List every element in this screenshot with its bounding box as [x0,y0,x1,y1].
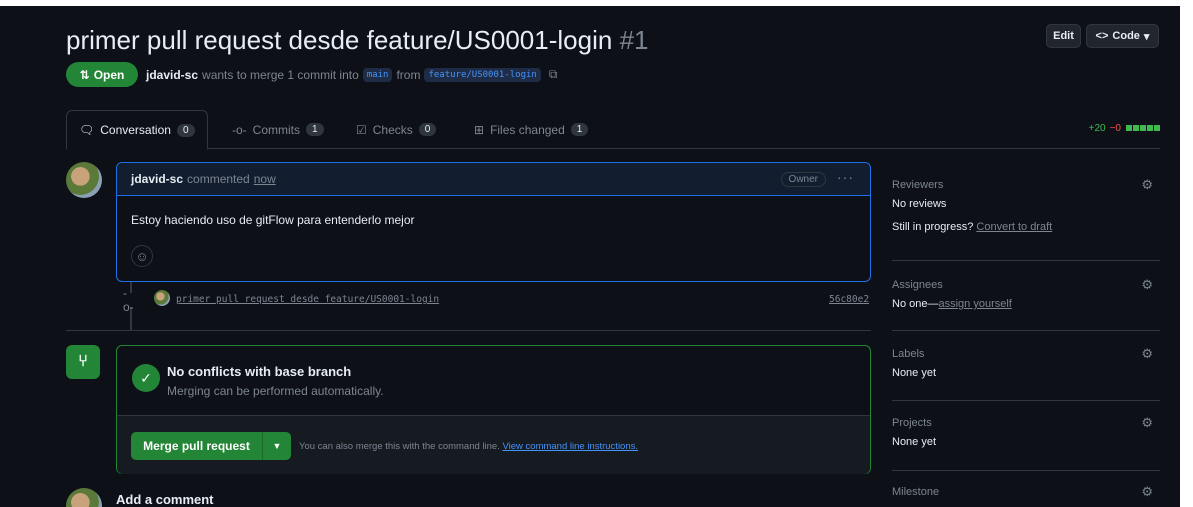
sidebar-label[interactable]: Reviewers [892,179,1160,191]
tab-files-changed[interactable]: ⊞ Files changed 1 [474,110,589,149]
tab-counter: 1 [570,123,589,136]
merge-hint: You can also merge this with the command… [299,441,638,452]
owner-badge: Owner [780,172,826,187]
labels-value: None yet [892,367,937,379]
sidebar-projects: Projects ⚙ None yet [892,401,1160,471]
comment-author[interactable]: jdavid-sc [131,172,183,186]
diffstat-additions: +20 [1088,123,1106,134]
reviewers-value: No reviews [892,198,947,210]
command-line-link[interactable]: View command line instructions. [502,441,638,452]
comment-header: jdavid-sc commented now [117,163,870,196]
merge-text: wants to merge 1 commit into [202,67,359,82]
draft-hint: Still in progress? Convert to draft [892,221,1160,233]
head-branch[interactable]: feature/US0001-login [424,67,541,82]
sidebar-label[interactable]: Projects [892,417,1160,429]
status-badge-label: Open [93,67,125,82]
merge-box: ✓ No conflicts with base branch Merging … [116,345,871,474]
right-edge-strip [1180,0,1193,507]
pr-tabs: 🗨 Conversation 0 -o- Commits 1 ☑ Checks … [66,110,1160,150]
comment-icon: 🗨 [79,123,95,137]
sidebar-milestone: Milestone ⚙ [892,471,1160,507]
comment-action: commented [187,172,250,186]
tab-label: Files changed [490,122,565,137]
merge-hint-text: You can also merge this with the command… [299,441,500,452]
code-button-label: Code [1112,30,1140,42]
gear-icon[interactable]: ⚙ [1141,177,1153,193]
sidebar-label[interactable]: Milestone [892,486,1160,498]
comment-body: Estoy haciendo uso de gitFlow para enten… [131,213,415,227]
sidebar-labels: Labels ⚙ None yet [892,331,1160,401]
sidebar-assignees: Assignees ⚙ No one—assign yourself [892,261,1160,331]
merge-title: No conflicts with base branch [167,364,352,379]
sidebar-label[interactable]: Assignees [892,279,1160,291]
tab-counter: 0 [176,123,195,137]
check-icon: ✓ [132,364,160,392]
commit-sha[interactable]: 56c80e2 [829,294,869,305]
gear-icon[interactable]: ⚙ [1141,346,1153,362]
pr-number: #1 [619,25,649,55]
chevron-down-icon: ▾ [1143,30,1150,43]
code-button[interactable]: <> Code ▾ [1086,24,1159,48]
from-text: from [396,67,421,82]
tab-conversation[interactable]: 🗨 Conversation 0 [66,110,208,150]
commit-icon: -o- [123,286,137,314]
comment-card: jdavid-sc commented now Owner ··· Estoy … [116,162,871,282]
commit-icon: -o- [232,122,247,137]
edit-button[interactable]: Edit [1046,24,1081,48]
kebab-menu-icon[interactable]: ··· [837,169,854,185]
assignees-value-text: No one— [892,298,939,310]
tab-checks[interactable]: ☑ Checks 0 [356,110,437,149]
gear-icon[interactable]: ⚙ [1141,484,1153,500]
pull-request-icon: ⇅ [79,67,90,82]
merge-button-group: Merge pull request ▼ [131,432,291,460]
merge-subtitle: Merging can be performed automatically. [167,384,384,398]
git-merge-icon: ⑂ [66,345,100,379]
code-icon: <> [1095,30,1109,42]
chevron-down-icon[interactable]: ▼ [263,432,291,460]
pr-subtitle: jdavid-sc wants to merge 1 commit into m… [146,67,557,82]
tab-commits[interactable]: -o- Commits 1 [232,110,324,149]
avatar[interactable] [66,488,102,507]
comment-time[interactable]: now [254,172,276,186]
base-branch[interactable]: main [362,67,393,82]
page-title: primer pull request desde feature/US0001… [66,25,648,56]
status-badge: ⇅ Open [66,62,138,87]
file-diff-icon: ⊞ [474,122,485,137]
sidebar-label[interactable]: Labels [892,348,1160,360]
copy-icon[interactable]: ⧉ [549,67,558,82]
diffstat-deletions: −0 [1109,123,1121,134]
merge-status: ✓ No conflicts with base branch Merging … [117,346,870,416]
tab-label: Commits [252,122,301,137]
tab-counter: 1 [306,123,324,136]
commit-avatar[interactable] [154,290,170,306]
diffstat-bar [1125,123,1160,134]
tab-label: Checks [372,122,413,137]
commit-message[interactable]: primer pull request desde feature/US0001… [176,294,439,305]
tab-counter: 0 [418,123,437,136]
draft-hint-text: Still in progress? [892,221,974,233]
merge-actions: Merge pull request ▼ You can also merge … [117,416,870,474]
convert-to-draft-link[interactable]: Convert to draft [976,221,1052,233]
avatar[interactable] [66,162,102,198]
merge-pull-request-button[interactable]: Merge pull request [131,432,263,460]
smiley-icon[interactable]: ☺ [131,245,153,267]
pr-title-text: primer pull request desde feature/US0001… [66,25,613,55]
projects-value: None yet [892,436,937,448]
divider [66,330,871,331]
diffstat: +20 −0 [1089,123,1160,134]
sidebar-reviewers: Reviewers ⚙ No reviews Still in progress… [892,165,1160,261]
pr-author-link[interactable]: jdavid-sc [146,68,198,82]
assignees-value: No one—assign yourself [892,298,1160,310]
assign-yourself-link[interactable]: assign yourself [938,298,1011,310]
gear-icon[interactable]: ⚙ [1141,415,1153,431]
add-comment-heading: Add a comment [116,492,214,507]
checklist-icon: ☑ [356,122,367,137]
top-strip [0,0,1193,6]
tab-label: Conversation [100,123,171,137]
gear-icon[interactable]: ⚙ [1141,277,1153,293]
